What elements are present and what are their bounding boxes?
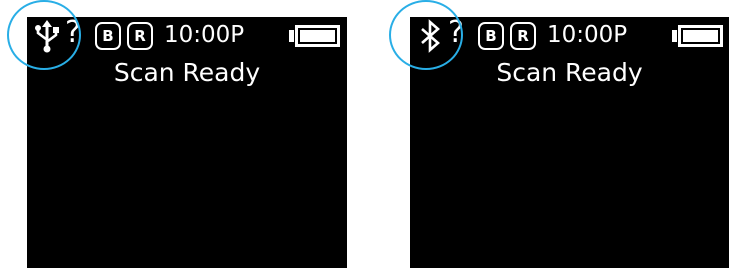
device-screen-bluetooth: ? B R 10:00P Scan Ready <box>410 17 729 268</box>
scan-status: Scan Ready <box>113 58 261 87</box>
mode-r-badge: R <box>127 22 153 50</box>
device-screen-usb: ? B R 10:00P Scan Ready <box>27 17 347 268</box>
clock-time: 10:00P <box>164 22 245 48</box>
battery-icon <box>289 25 340 47</box>
battery-icon <box>672 25 723 47</box>
mode-r-badge: R <box>510 22 536 50</box>
scan-status: Scan Ready <box>496 58 643 87</box>
highlight-circle-bluetooth <box>389 0 463 70</box>
mode-b-badge: B <box>95 22 121 50</box>
clock-time: 10:00P <box>547 22 628 48</box>
highlight-circle-usb <box>7 0 81 70</box>
mode-b-badge: B <box>478 22 504 50</box>
